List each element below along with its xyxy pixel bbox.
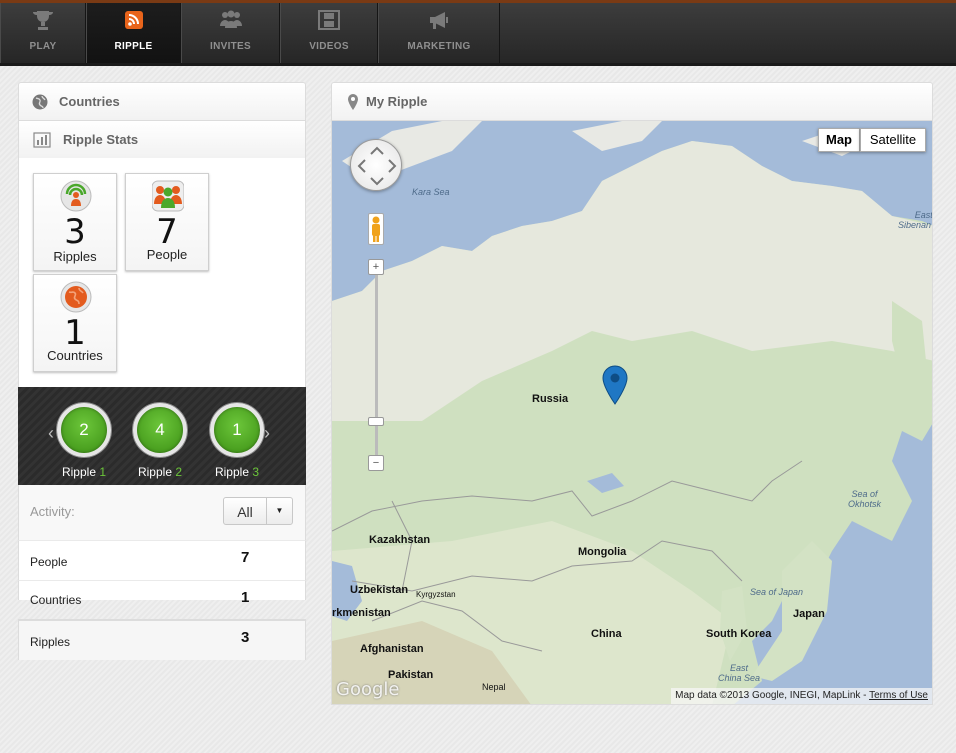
- street-view-pegman[interactable]: [368, 213, 384, 245]
- ripple-circle-2[interactable]: 4: [133, 403, 187, 457]
- bar-chart-icon: [33, 132, 51, 148]
- my-ripple-header: My Ripple: [331, 82, 933, 121]
- stat-value: 7: [156, 212, 178, 252]
- map-label-china: China: [591, 628, 622, 640]
- map-pan-control[interactable]: [350, 139, 402, 191]
- map-label-south-korea: South Korea: [706, 628, 772, 640]
- activity-row-countries: Countries 1: [18, 580, 306, 607]
- ripple-stats-panel: 3 Ripples 7 People 1 Countries: [18, 158, 306, 388]
- pegman-icon: [372, 216, 380, 242]
- countries-header[interactable]: Countries: [18, 82, 306, 121]
- map-label-russia: Russia: [532, 393, 569, 405]
- activity-row-people: People 7: [18, 540, 306, 580]
- tab-ripple[interactable]: RIPPLE: [86, 3, 181, 63]
- stat-label: People: [146, 247, 188, 262]
- activity-filter-select[interactable]: All ▼: [223, 497, 293, 525]
- map-pin-icon: [348, 94, 358, 110]
- megaphone-icon: [430, 12, 448, 29]
- tab-invites[interactable]: INVITES: [181, 3, 280, 63]
- google-logo: Google: [336, 679, 400, 700]
- tab-videos[interactable]: VIDEOS: [280, 3, 378, 63]
- nav-bottom-strip: [0, 63, 956, 66]
- caret-down-icon[interactable]: ▼: [266, 498, 292, 524]
- activity-label: Activity:: [30, 504, 75, 519]
- stat-value: 1: [64, 313, 86, 353]
- ripple-circle-3[interactable]: 1: [210, 403, 264, 457]
- map-sea-east-siberian: East Sibenan Sea: [898, 210, 933, 230]
- globe-icon: [32, 94, 48, 110]
- map-label-kyrgyzstan: Kyrgyzstan: [416, 590, 456, 599]
- map-terrain[interactable]: [332, 121, 933, 705]
- activity-filter-row: Activity: All ▼: [18, 485, 306, 540]
- tab-play[interactable]: PLAY: [0, 3, 86, 63]
- pan-arrows-icon: [357, 146, 397, 186]
- map-sea-okhotsk: Sea of Okhotsk: [848, 489, 882, 509]
- map-attribution: Map data ©2013 Google, INEGI, MapLink - …: [671, 688, 932, 704]
- map-sea-east-china: East China Sea: [718, 663, 761, 683]
- ripple-label-3: Ripple 3: [214, 465, 260, 479]
- map-label-afghanistan: Afghanistan: [360, 643, 424, 655]
- activity-row-ripples: Ripples 3: [18, 619, 306, 660]
- map-label-turkmenistan: rkmenistan: [332, 607, 391, 619]
- carousel-prev-icon[interactable]: ‹: [48, 423, 54, 444]
- map-type-map-button[interactable]: Map: [818, 128, 860, 152]
- people-group-icon: [152, 180, 184, 212]
- stat-label: Countries: [47, 348, 103, 363]
- map-marker-icon[interactable]: [602, 365, 628, 405]
- ripple-label-1: Ripple 1: [61, 465, 107, 479]
- top-nav: PLAY RIPPLE INVITES VIDEOS MARKETING: [0, 0, 956, 66]
- stat-card-people[interactable]: 7 People: [125, 173, 209, 271]
- globe-orange-icon: [60, 281, 92, 313]
- activity-filter-value: All: [237, 504, 253, 520]
- map-type-satellite-button[interactable]: Satellite: [860, 128, 926, 152]
- zoom-out-button[interactable]: −: [368, 455, 384, 471]
- ripple-stats-header[interactable]: Ripple Stats: [18, 120, 306, 159]
- map-label-uzbekistan: Uzbekistan: [350, 584, 409, 596]
- map-label-nepal: Nepal: [482, 682, 506, 692]
- map-view[interactable]: Map Satellite + − Russia Kazakhstan Mong…: [331, 120, 933, 705]
- people-icon: [219, 10, 242, 28]
- ripple-carousel: ‹ › 2 Ripple 1 4 Ripple 2 1 Ripple 3: [18, 387, 306, 485]
- map-sea-japan: Sea of Japan: [750, 587, 804, 597]
- zoom-in-button[interactable]: +: [368, 259, 384, 275]
- ripple-label-2: Ripple 2: [137, 465, 183, 479]
- tab-marketing[interactable]: MARKETING: [378, 3, 500, 63]
- ripple-signal-icon: [60, 180, 92, 212]
- stat-card-countries[interactable]: 1 Countries: [33, 274, 117, 372]
- map-label-mongolia: Mongolia: [578, 546, 627, 558]
- terms-of-use-link[interactable]: Terms of Use: [869, 690, 928, 701]
- zoom-slider-thumb[interactable]: [368, 417, 384, 426]
- map-sea-kara: Kara Sea: [412, 187, 450, 197]
- carousel-next-icon[interactable]: ›: [264, 423, 270, 444]
- rss-icon: [124, 11, 143, 29]
- film-icon: [318, 10, 340, 30]
- stat-label: Ripples: [53, 249, 97, 264]
- ripple-circle-1[interactable]: 2: [57, 403, 111, 457]
- zoom-slider-track[interactable]: [375, 275, 378, 455]
- map-label-kazakhstan: Kazakhstan: [369, 534, 431, 546]
- stat-value: 3: [64, 212, 86, 252]
- trophy-icon: [33, 11, 53, 30]
- map-label-japan: Japan: [793, 608, 825, 620]
- stat-card-ripples[interactable]: 3 Ripples: [33, 173, 117, 271]
